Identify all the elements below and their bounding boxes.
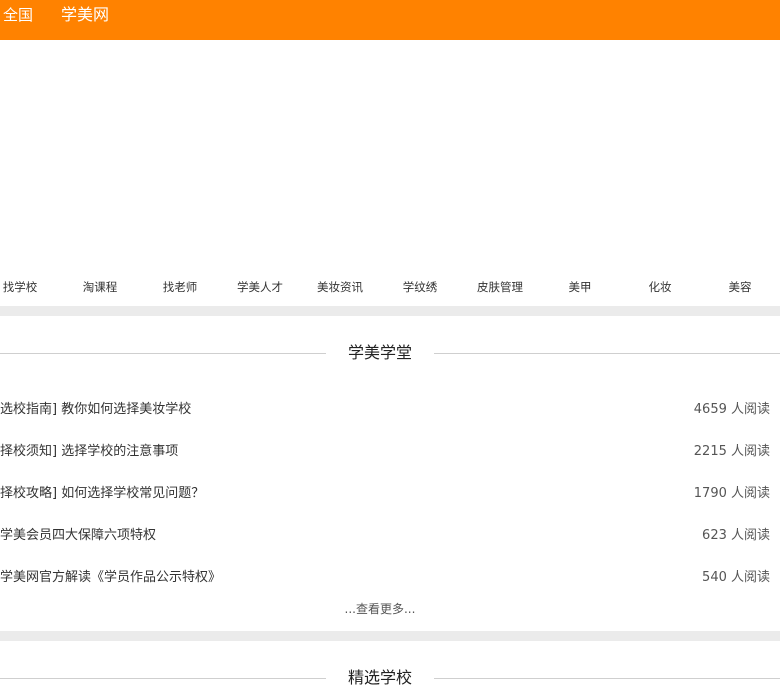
article-row[interactable]: 择校攻略] 如何选择学校常见问题？ 1790 人阅读 <box>0 480 780 508</box>
site-logo-text[interactable]: 学美网 <box>61 6 109 24</box>
article-title[interactable]: 选校指南] 教你如何选择美妆学校 <box>0 402 191 418</box>
nav-item-find-school[interactable]: 找学校 <box>0 278 60 296</box>
nav-item-beauty[interactable]: 美容 <box>700 278 780 296</box>
nav-item-talent[interactable]: 学美人才 <box>220 278 300 296</box>
article-title[interactable]: 择校攻略] 如何选择学校常见问题？ <box>0 486 204 502</box>
article-row[interactable]: 学美会员四大保障六项特权 623 人阅读 <box>0 522 780 550</box>
top-header-bar: 全国 学美网 <box>0 0 780 40</box>
section-divider-band <box>0 631 780 641</box>
nav-item-skin-care[interactable]: 皮肤管理 <box>460 278 540 296</box>
nav-item-find-teacher[interactable]: 找老师 <box>140 278 220 296</box>
article-read-count: 4659 人阅读 <box>693 402 770 417</box>
category-nav: 找学校 淘课程 找老师 学美人才 美妆资讯 学纹绣 皮肤管理 美甲 化妆 美容 <box>0 278 780 296</box>
article-row[interactable]: 选校指南] 教你如何选择美妆学校 4659 人阅读 <box>0 396 780 424</box>
nav-item-beauty-news[interactable]: 美妆资讯 <box>300 278 380 296</box>
view-more-link[interactable]: ...查看更多... <box>0 601 760 617</box>
nav-item-makeup[interactable]: 化妆 <box>620 278 700 296</box>
nav-item-nails[interactable]: 美甲 <box>540 278 620 296</box>
nav-item-tattoo[interactable]: 学纹绣 <box>380 278 460 296</box>
article-title[interactable]: 学美网官方解读《学员作品公示特权》 <box>0 570 221 586</box>
article-row[interactable]: 择校须知] 选择学校的注意事项 2215 人阅读 <box>0 438 780 466</box>
title-rule-right <box>434 353 780 354</box>
article-read-count: 623 人阅读 <box>702 528 770 543</box>
article-read-count: 540 人阅读 <box>702 570 770 585</box>
article-read-count: 2215 人阅读 <box>693 444 770 459</box>
featured-section-header: 精选学校 <box>0 666 780 690</box>
title-rule-right <box>434 678 780 679</box>
article-title[interactable]: 择校须知] 选择学校的注意事项 <box>0 444 178 460</box>
article-row[interactable]: 学美网官方解读《学员作品公示特权》 540 人阅读 <box>0 564 780 592</box>
section-divider-band <box>0 306 780 316</box>
article-title[interactable]: 学美会员四大保障六项特权 <box>0 528 156 544</box>
article-read-count: 1790 人阅读 <box>693 486 770 501</box>
academy-section-header: 学美学堂 <box>0 341 780 365</box>
region-selector[interactable]: 全国 <box>3 6 33 24</box>
nav-item-courses[interactable]: 淘课程 <box>60 278 140 296</box>
